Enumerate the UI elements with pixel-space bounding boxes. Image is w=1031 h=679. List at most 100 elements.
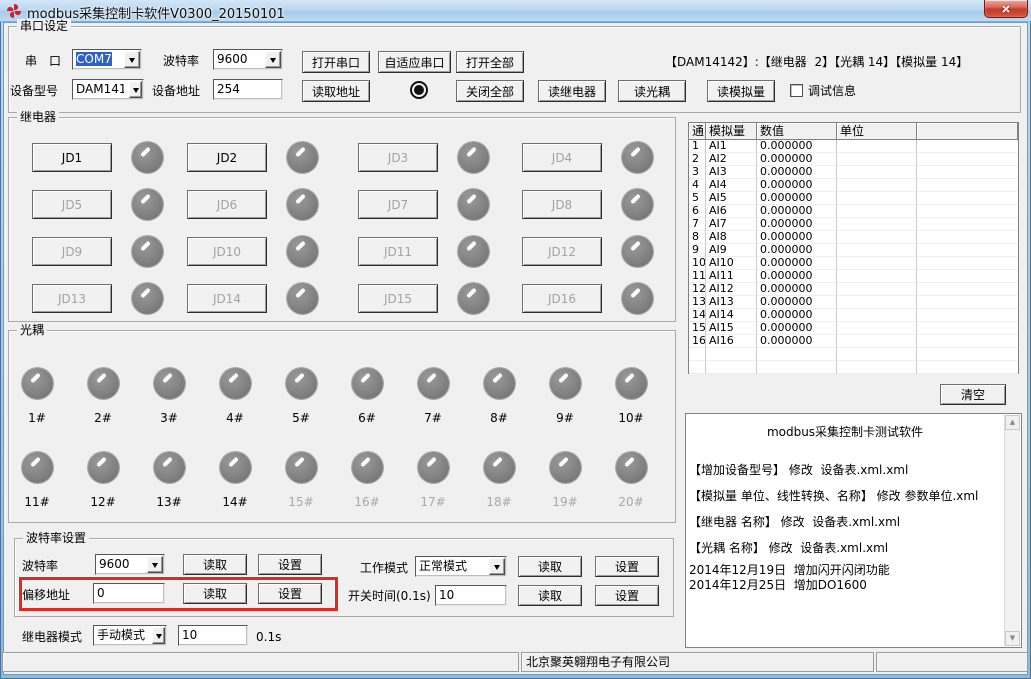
switch-time-set-button[interactable]: 设置 xyxy=(595,585,659,606)
relay-button[interactable]: JD5 xyxy=(32,190,112,219)
work-mode-label: 工作模式 xyxy=(360,561,409,575)
debug-checkbox[interactable] xyxy=(790,84,803,97)
opto-item: 13# xyxy=(136,452,202,509)
opto-label: 1# xyxy=(28,411,46,425)
read-relay-button[interactable]: 读继电器 xyxy=(538,80,606,102)
model-value: DAM14142 xyxy=(76,82,124,96)
baud-value: 9600 xyxy=(217,52,248,66)
close-all-button[interactable]: 关闭全部 xyxy=(456,80,524,102)
relay-button[interactable]: JD12 xyxy=(522,237,602,266)
chevron-down-icon[interactable] xyxy=(489,558,505,575)
opto-item: 9# xyxy=(532,368,598,425)
work-mode-read-button[interactable]: 读取 xyxy=(518,556,582,577)
switch-time-read-button[interactable]: 读取 xyxy=(518,585,582,606)
relay-knob-icon xyxy=(458,189,489,220)
chevron-down-icon[interactable] xyxy=(129,81,142,98)
model-combo[interactable]: DAM14142 xyxy=(72,79,144,100)
relay-button[interactable]: JD9 xyxy=(32,237,112,266)
cell-channel: 8 xyxy=(689,231,706,244)
relay-button[interactable]: JD11 xyxy=(358,237,438,266)
cell-value xyxy=(757,361,837,374)
cell-channel: 2 xyxy=(689,153,706,166)
relay-button[interactable]: JD15 xyxy=(358,284,438,313)
baud2-label: 波特率 xyxy=(22,559,59,573)
cell-name: AI10 xyxy=(706,257,757,270)
column-header[interactable]: 数值 xyxy=(757,123,837,140)
debug-label: 调试信息 xyxy=(808,84,857,98)
relay-grid: JD1 JD2 JD3 JD4 JD5 JD6 JD7 JD8 JD9 JD10… xyxy=(16,134,668,322)
column-header[interactable]: 通 xyxy=(689,123,706,140)
relay-button[interactable]: JD3 xyxy=(358,143,438,172)
relay-button[interactable]: JD2 xyxy=(187,143,267,172)
serial-group-title: 串口设定 xyxy=(17,19,72,33)
relay-cell: JD2 xyxy=(171,134,342,181)
opto-item: 15# xyxy=(268,452,334,509)
addr-input[interactable]: 254 xyxy=(213,79,283,100)
opto-label: 13# xyxy=(156,495,182,509)
read-opto-button[interactable]: 读光耦 xyxy=(618,80,686,102)
relay-button[interactable]: JD16 xyxy=(522,284,602,313)
cell-extra xyxy=(917,140,1018,153)
open-port-button[interactable]: 打开串口 xyxy=(302,51,370,73)
read-analog-button[interactable]: 读模拟量 xyxy=(707,80,775,102)
chevron-down-icon[interactable] xyxy=(147,556,163,573)
title-bar[interactable]: modbus采集控制卡软件V0300_20150101 xyxy=(0,0,1031,22)
work-mode-set-button[interactable]: 设置 xyxy=(595,556,659,577)
close-button[interactable] xyxy=(984,0,1028,18)
auto-port-button[interactable]: 自适应串口 xyxy=(378,51,451,73)
relay-cell: JD3 xyxy=(342,134,506,181)
cell-channel: 12 xyxy=(689,283,706,296)
relay-cell: JD9 xyxy=(16,228,171,275)
relay-button[interactable]: JD7 xyxy=(358,190,438,219)
info-scrollbar[interactable]: ▲ ▼ xyxy=(1004,415,1020,646)
cell-name: AI2 xyxy=(706,153,757,166)
relay-button[interactable]: JD4 xyxy=(522,143,602,172)
cell-value: 0.000000 xyxy=(757,283,837,296)
chevron-down-icon[interactable] xyxy=(124,51,140,68)
relay-button[interactable]: JD13 xyxy=(32,284,112,313)
scroll-up-icon[interactable]: ▲ xyxy=(1005,415,1020,430)
relay-button[interactable]: JD10 xyxy=(187,237,267,266)
opto-item: 11# xyxy=(4,452,70,509)
relay-button[interactable]: JD6 xyxy=(187,190,267,219)
cell-name: AI16 xyxy=(706,335,757,348)
port-value: COM7 xyxy=(76,52,112,66)
port-label: 串 口 xyxy=(25,54,62,68)
cell-channel: 16 xyxy=(689,335,706,348)
cell-extra xyxy=(917,166,1018,179)
port-combo[interactable]: COM7 xyxy=(72,49,142,70)
baud-combo[interactable]: 9600 xyxy=(213,49,283,70)
work-mode-combo[interactable]: 正常模式 xyxy=(415,556,507,577)
read-addr-button[interactable]: 读取地址 xyxy=(302,80,370,102)
switch-time-input[interactable]: 10 xyxy=(435,585,507,606)
relay-mode-combo[interactable]: 手动模式 xyxy=(93,625,167,646)
column-header[interactable]: 单位 xyxy=(837,123,917,140)
relay-button[interactable]: JD1 xyxy=(32,143,112,172)
baud2-combo[interactable]: 9600 xyxy=(95,554,165,575)
cell-name xyxy=(706,361,757,374)
highlight-box xyxy=(19,577,338,611)
relay-cell: JD8 xyxy=(506,181,666,228)
chevron-down-icon[interactable] xyxy=(265,51,281,68)
clear-button[interactable]: 清空 xyxy=(940,384,1006,405)
relay-cell: JD1 xyxy=(16,134,171,181)
opto-item: 1# xyxy=(4,368,70,425)
relay-mode-time-input[interactable]: 10 xyxy=(178,625,248,646)
baud-set-button[interactable]: 设置 xyxy=(258,554,322,575)
chevron-down-icon[interactable] xyxy=(152,627,165,644)
cell-unit xyxy=(837,231,917,244)
open-all-button[interactable]: 打开全部 xyxy=(456,51,524,73)
column-header[interactable] xyxy=(917,123,1018,140)
opto-item: 19# xyxy=(532,452,598,509)
opto-label: 14# xyxy=(222,495,248,509)
column-header[interactable]: 模拟量 xyxy=(706,123,757,140)
opto-knob-icon xyxy=(219,452,251,483)
relay-button[interactable]: JD8 xyxy=(522,190,602,219)
app-window: modbus采集控制卡软件V0300_20150101 串口设定 串 口 COM… xyxy=(0,0,1031,679)
info-line: 2014年12月19日 增加闪开闪闭功能 xyxy=(689,563,890,577)
relay-button[interactable]: JD14 xyxy=(187,284,267,313)
relay-mode-label: 继电器模式 xyxy=(22,630,83,644)
baud-read-button[interactable]: 读取 xyxy=(183,554,247,575)
scroll-down-icon[interactable]: ▼ xyxy=(1005,631,1020,646)
cell-extra xyxy=(917,153,1018,166)
